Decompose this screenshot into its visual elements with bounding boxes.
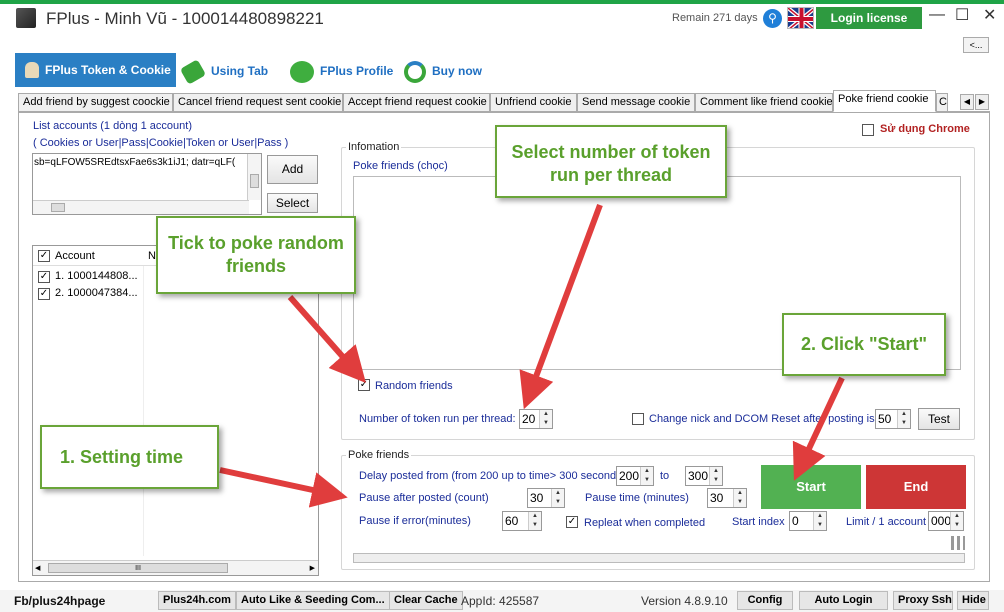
callout-click-start: 2. Click "Start" bbox=[782, 313, 946, 376]
arrow-to-random-checkbox bbox=[287, 295, 366, 383]
config-button[interactable]: Config bbox=[737, 591, 793, 610]
callout-tick-random: Tick to poke random friends bbox=[156, 216, 356, 294]
callout-select-token: Select number of token run per thread bbox=[495, 125, 727, 198]
app-id: AppId: 425587 bbox=[461, 594, 540, 608]
fb-page-label[interactable]: Fb/plus24hpage bbox=[14, 594, 105, 608]
arrow-to-pause-fields bbox=[219, 467, 348, 508]
proxy-ssh-button[interactable]: Proxy Ssh bbox=[893, 591, 953, 610]
status-bar: Fb/plus24hpage Plus24h.com Auto Like & S… bbox=[0, 590, 1004, 612]
hide-button[interactable]: Hide bbox=[957, 591, 989, 610]
plus24h-button[interactable]: Plus24h.com bbox=[158, 591, 236, 610]
clear-cache-button[interactable]: Clear Cache bbox=[389, 591, 463, 610]
auto-login-button[interactable]: Auto Login bbox=[799, 591, 888, 610]
arrow-to-start-button bbox=[792, 376, 845, 481]
callout-setting-time: 1. Setting time bbox=[40, 425, 219, 489]
version: Version 4.8.9.10 bbox=[641, 594, 728, 608]
auto-like-button[interactable]: Auto Like & Seeding Com... bbox=[236, 591, 390, 610]
annotation-arrows bbox=[219, 203, 845, 508]
arrow-to-token-stepper bbox=[519, 203, 603, 410]
